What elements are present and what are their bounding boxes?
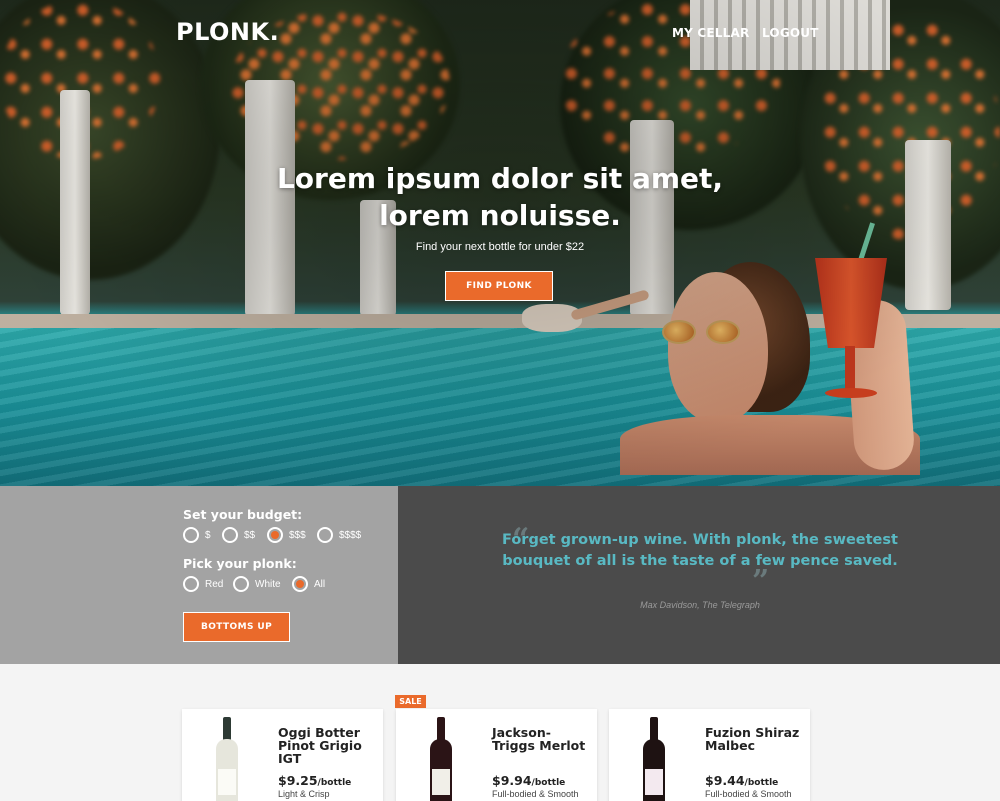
plonk-heading: Pick your plonk: (183, 556, 297, 571)
radio-label: $ (205, 529, 211, 541)
radio-label: White (255, 578, 281, 590)
quote-text: Forget grown-up wine. With plonk, the sw… (502, 532, 898, 569)
quote-panel (398, 486, 1000, 664)
bottoms-up-button[interactable]: BOTTOMS UP (183, 612, 290, 642)
product-name[interactable]: Jackson-Triggs Merlot (492, 726, 592, 752)
product-description: Full-bodied & Smooth (492, 789, 579, 799)
budget-radio-4[interactable]: $$$$ (317, 527, 361, 543)
radio-circle[interactable] (222, 527, 238, 543)
radio-circle[interactable] (183, 527, 199, 543)
hero-subtitle: Find your next bottle for under $22 (415, 241, 585, 253)
sale-badge: SALE (395, 695, 426, 708)
radio-circle[interactable] (317, 527, 333, 543)
radio-label: All (314, 578, 326, 590)
product-description: Full-bodied & Smooth (705, 789, 792, 799)
wine-bottle-image (428, 717, 454, 801)
product-card[interactable]: Oggi Botter Pinot Grigio IGT $9.25/bottl… (182, 709, 383, 801)
plonk-radio-red[interactable]: Red (183, 576, 223, 592)
budget-radio-2[interactable]: $$ (222, 527, 255, 543)
radio-circle[interactable] (183, 576, 199, 592)
wine-bottle-image (641, 717, 667, 801)
quote-source: Max Davidson, The Telegraph (640, 600, 760, 610)
radio-circle[interactable] (233, 576, 249, 592)
radio-circle-selected[interactable] (292, 576, 308, 592)
nav-my-cellar[interactable]: MY CELLAR (672, 26, 749, 40)
radio-circle-selected[interactable] (267, 527, 283, 543)
budget-radio-1[interactable]: $ (183, 527, 211, 543)
radio-label: $$ (244, 529, 256, 541)
product-name[interactable]: Fuzion Shiraz Malbec (705, 726, 805, 752)
plonk-radio-all[interactable]: All (292, 576, 325, 592)
product-name[interactable]: Oggi Botter Pinot Grigio IGT (278, 726, 378, 765)
product-price: $9.94/bottle (492, 773, 566, 788)
budget-radio-3[interactable]: $$$ (267, 527, 306, 543)
hero-title: Lorem ipsum dolor sit amet, lorem noluis… (276, 162, 724, 232)
product-description: Light & Crisp (278, 789, 330, 799)
plonk-radio-white[interactable]: White (233, 576, 281, 592)
product-card[interactable]: Jackson-Triggs Merlot $9.94/bottle Full-… (396, 709, 597, 801)
wine-bottle-image (214, 717, 240, 801)
radio-label: $$$$ (339, 529, 362, 541)
radio-label: Red (205, 578, 224, 590)
close-quote-icon: ” (752, 564, 770, 599)
product-price: $9.44/bottle (705, 773, 779, 788)
product-price: $9.25/bottle (278, 773, 352, 788)
logo[interactable]: PLONK. (176, 18, 279, 46)
budget-heading: Set your budget: (183, 507, 303, 522)
find-plonk-button[interactable]: FIND PLONK (445, 271, 553, 301)
nav-logout[interactable]: LOGOUT (762, 26, 819, 40)
radio-label: $$$ (289, 529, 306, 541)
product-card[interactable]: Fuzion Shiraz Malbec $9.44/bottle Full-b… (609, 709, 810, 801)
